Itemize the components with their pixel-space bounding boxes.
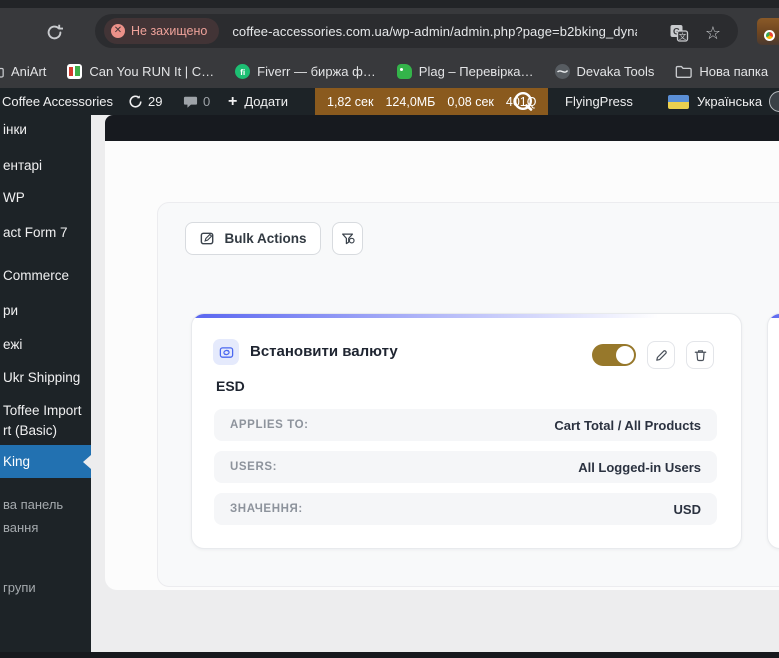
rule-enabled-toggle[interactable] [592,344,636,366]
site-name[interactable]: Coffee Accessories [2,88,113,115]
wp-admin-bar: Coffee Accessories 29 0 + Додати 1,82 се… [0,88,779,115]
main-content: Bulk Actions Встановити валюту ESD APPLI… [91,115,779,658]
bookmark-canyourunit[interactable]: Can You RUN It | C… [67,64,214,79]
filter-button[interactable] [332,222,363,255]
plag-favicon [396,64,412,79]
flyingpress-item[interactable]: FlyingPress [565,88,633,115]
rule-card-next [767,313,779,549]
sidebar-item-contact-form[interactable]: act Form 7 [3,225,68,240]
trash-icon [694,349,706,361]
sidebar-subitem-dashboard[interactable]: ва панель [3,497,63,512]
rule-title: Встановити валюту [250,343,398,360]
updates-item[interactable]: 29 [128,88,162,115]
bookmark-star-icon[interactable]: ☆ [702,22,724,44]
pencil-icon [655,349,667,361]
url-text[interactable]: coffee-accessories.com.ua/wp-admin/admin… [232,24,637,39]
sidebar-item-comments[interactable]: ентарі [3,158,42,173]
sidebar-subitem-settings[interactable]: вання [3,520,38,535]
sidebar-item-woocommerce[interactable]: Commerce [3,268,69,283]
plus-icon: + [228,92,238,110]
delete-rule-button[interactable] [686,341,714,369]
folder-icon [676,65,693,78]
comments-item[interactable]: 0 [183,88,210,115]
filter-funnel-icon [341,232,355,244]
update-icon [129,95,142,108]
not-secure-icon: ✕ [111,24,125,38]
sidebar-item-payments[interactable]: ежі [3,337,22,352]
sidebar-item-wp[interactable]: WP [3,190,25,205]
toggle-knob [616,346,634,364]
card-accent-gradient [192,314,741,318]
currency-rule-icon [213,339,239,365]
language-item[interactable]: Українська [668,88,762,115]
canyourunit-favicon [67,64,83,79]
browser-profile-icon[interactable] [757,18,779,45]
ukraine-flag-icon [668,94,689,109]
fiverr-favicon: fi [235,64,251,79]
bookmark-aniart[interactable]: AniArt [0,64,46,79]
screen: ✕ Не захищено coffee-accessories.com.ua/… [0,0,779,658]
rule-detail-rows: APPLIES TO: Cart Total / All Products US… [214,409,717,535]
rules-panel: Bulk Actions Встановити валюту ESD APPLI… [157,202,779,587]
bulk-edit-icon [201,232,214,245]
rule-row-users: USERS: All Logged-in Users [214,451,717,483]
security-badge-label: Не захищено [131,24,208,38]
admin-sidebar: інки ентарі WP act Form 7 Commerce ри еж… [0,115,91,658]
query-monitor-logo-icon[interactable] [512,88,535,115]
browser-chrome: ✕ Не захищено coffee-accessories.com.ua/… [0,0,779,88]
address-bar[interactable]: ✕ Не захищено coffee-accessories.com.ua/… [95,14,738,48]
sidebar-item-pages[interactable]: інки [3,122,27,137]
new-content-item[interactable]: + Додати [228,88,288,115]
card-accent-gradient [768,314,779,318]
updates-count: 29 [148,94,163,109]
rule-card: Встановити валюту ESD APPLIES TO: Cart T… [191,313,742,549]
bulk-actions-button[interactable]: Bulk Actions [185,222,321,255]
devaka-favicon [554,64,570,79]
rule-name: ESD [216,378,245,394]
chrome-logo-icon [764,30,775,41]
bookmark-plag[interactable]: Plag – Перевірка… [396,64,534,79]
rule-row-value: ЗНАЧЕННЯ: USD [214,493,717,525]
comment-icon [183,96,198,108]
page-header-strip [105,115,779,141]
sidebar-subitem-groups[interactable]: групи [3,580,36,595]
browser-toolbar: ✕ Не захищено coffee-accessories.com.ua/… [0,8,779,55]
reload-icon[interactable] [42,20,66,44]
active-item-arrow [83,454,91,469]
plugin-page: Bulk Actions Встановити валюту ESD APPLI… [105,141,779,590]
avatar[interactable] [769,91,779,112]
window-bottom-edge [0,652,779,658]
rule-row-applies-to: APPLIES TO: Cart Total / All Products [214,409,717,441]
sidebar-item-import-line2[interactable]: rt (Basic) [3,423,57,438]
sidebar-item-import-line1[interactable]: Toffee Import [3,403,82,418]
sidebar-item-b2bking-active[interactable]: King [0,445,91,478]
bookmarks-bar: AniArt Can You RUN It | C… fi Fiverr — б… [0,55,779,88]
bookmark-nova-papka[interactable]: Нова папка [675,64,768,79]
security-badge[interactable]: ✕ Не захищено [104,18,220,44]
translate-icon[interactable]: G文 [668,22,690,44]
sidebar-item-products[interactable]: ри [3,303,18,318]
comments-count: 0 [203,94,211,109]
sidebar-item-ukr-shipping[interactable]: Ukr Shipping [3,370,80,385]
bookmark-fiverr[interactable]: fi Fiverr — биржа ф… [235,64,376,79]
bookmark-devaka[interactable]: Devaka Tools [554,64,654,79]
svg-text:文: 文 [679,31,687,41]
tab-strip [0,0,779,8]
edit-rule-button[interactable] [647,341,675,369]
folder-icon [0,67,4,78]
